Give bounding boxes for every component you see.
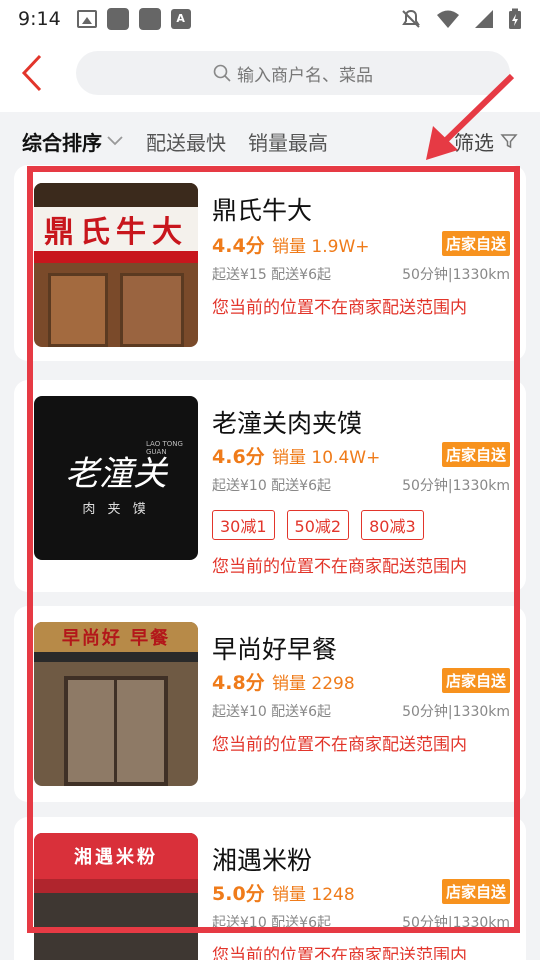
search-header: 输入商户名、菜品 [0,38,540,112]
sort-bar: 综合排序 配送最快 销量最高 筛选 [0,112,540,170]
store-sales: 销量 2298 [272,674,355,694]
store-rating: 4.4分 [212,235,265,257]
store-eta-distance: 50分钟|1330km [402,704,510,720]
wifi-icon [437,10,459,28]
status-system-icons [400,8,522,30]
store-name: 老潼关肉夹馍 [212,409,363,438]
store-sales: 销量 1.9W+ [272,237,370,257]
status-notification-icons: A [76,8,191,30]
store-eta-distance: 50分钟|1330km [402,267,510,283]
out-of-range-warning: 您当前的位置不在商家配送范围内 [212,735,467,755]
search-input[interactable]: 输入商户名、菜品 [76,51,510,95]
a-notification-icon: A [170,9,191,29]
coupon-tag: 50减2 [286,510,350,540]
funnel-icon [500,134,518,149]
signal-icon [475,10,493,28]
store-card[interactable]: 鼎氏牛大 鼎氏牛大 4.4分 销量 1.9W+ 店家自送 起送¥15 配送¥6起… [14,165,526,361]
sort-label: 销量最高 [248,130,328,155]
store-rating: 5.0分 [212,883,265,905]
status-time: 9:14 [18,8,61,30]
sort-fastest-delivery[interactable]: 配送最快 [146,127,226,156]
store-rating: 4.8分 [212,672,265,694]
chevron-down-icon [107,136,123,146]
thumb-sign-text: 鼎氏牛大 [44,215,188,250]
coupon-list: 30减1 50减2 80减3 [212,510,424,540]
sort-comprehensive[interactable]: 综合排序 [22,127,124,156]
sort-label: 配送最快 [146,130,226,155]
store-name: 鼎氏牛大 [212,196,313,225]
store-min-order: 起送¥10 配送¥6起 [212,704,331,720]
image-icon [76,10,97,28]
thumb-sign-text: 早尚好 早餐 [61,628,171,649]
store-min-order: 起送¥10 配送¥6起 [212,478,331,494]
search-placeholder: 输入商户名、菜品 [237,65,373,86]
store-sales: 销量 1248 [272,885,355,905]
mute-bell-icon [402,9,420,28]
store-card[interactable]: 湘遇米粉 湘遇米粉 5.0分 销量 1248 店家自送 起送¥10 配送¥6起 … [14,817,526,960]
store-min-order: 起送¥10 配送¥6起 [212,915,331,931]
out-of-range-warning: 您当前的位置不在商家配送范围内 [212,298,467,318]
store-rating: 4.6分 [212,446,265,468]
store-eta-distance: 50分钟|1330km [402,478,510,494]
thumb-logo-text: 老潼关 [65,454,167,494]
coupon-tag: 30减1 [212,510,275,540]
search-icon [213,64,231,82]
store-min-order: 起送¥15 配送¥6起 [212,267,331,283]
store-name: 早尚好早餐 [212,635,338,664]
sort-label: 综合排序 [22,130,102,155]
store-thumbnail: 湘遇米粉 [34,833,198,960]
app-notification-icon [106,8,129,30]
store-thumbnail: 鼎氏牛大 [34,183,198,347]
store-eta-distance: 50分钟|1330km [402,915,510,931]
app-notification-icon [138,8,161,30]
delivery-badge: 店家自送 [442,668,511,693]
delivery-badge: 店家自送 [442,231,511,256]
store-card[interactable]: 老潼关 肉 夹 馍 LAO TONG GUAN 老潼关肉夹馍 4.6分 销量 1… [14,380,526,592]
status-bar: 9:14 A [0,0,540,38]
thumb-en-text: LAO TONG GUAN [146,440,183,456]
battery-icon [509,8,521,29]
coupon-tag: 80减3 [361,510,424,540]
thumb-sub-text: 肉 夹 馍 [82,502,150,517]
store-thumbnail: 老潼关 肉 夹 馍 LAO TONG GUAN [34,396,198,560]
filter-label: 筛选 [454,130,494,155]
filter-button[interactable]: 筛选 [454,127,518,156]
chevron-left-icon [21,54,42,92]
out-of-range-warning: 您当前的位置不在商家配送范围内 [212,946,467,960]
delivery-badge: 店家自送 [442,879,511,904]
sort-top-sales[interactable]: 销量最高 [248,127,328,156]
delivery-badge: 店家自送 [442,442,511,467]
back-button[interactable] [18,52,58,96]
out-of-range-warning: 您当前的位置不在商家配送范围内 [212,557,467,577]
store-card[interactable]: 早尚好 早餐 早尚好早餐 4.8分 销量 2298 店家自送 起送¥10 配送¥… [14,606,526,802]
store-thumbnail: 早尚好 早餐 [34,622,198,786]
thumb-sign-text: 湘遇米粉 [74,847,158,868]
store-sales: 销量 10.4W+ [272,448,381,468]
store-name: 湘遇米粉 [212,846,313,875]
